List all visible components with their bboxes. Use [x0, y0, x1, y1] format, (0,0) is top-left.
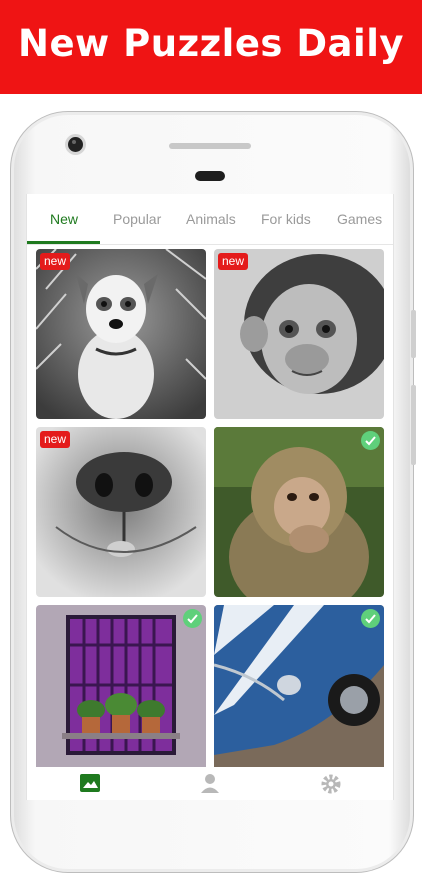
puzzle-tile-dog[interactable]: new	[36, 249, 206, 419]
new-badge: new	[40, 431, 71, 448]
phone-side-button	[411, 310, 416, 358]
dog-photo	[36, 249, 206, 419]
puzzle-tile-chimpanzee[interactable]: new	[214, 249, 384, 419]
profile-icon[interactable]	[200, 773, 220, 798]
chimpanzee-photo	[214, 249, 384, 419]
new-badge: new	[40, 253, 71, 270]
tab-for-kids[interactable]: For kids	[261, 211, 311, 227]
gallery-icon[interactable]	[79, 773, 101, 798]
category-tabs: New Popular Animals For kids Games	[27, 194, 393, 245]
earpiece-speaker	[169, 143, 251, 149]
bottom-navigation	[27, 767, 393, 800]
monkey-photo	[214, 427, 384, 597]
dog-nose-photo	[36, 427, 206, 597]
window-flowers-photo	[36, 605, 206, 775]
app-screen: New Popular Animals For kids Games new n…	[26, 194, 394, 800]
settings-icon[interactable]	[320, 773, 342, 800]
puzzle-tile-blue-car[interactable]	[214, 605, 384, 775]
puzzle-tile-monkey[interactable]	[214, 427, 384, 597]
proximity-sensor	[195, 171, 225, 181]
completed-check-icon	[361, 431, 380, 450]
new-badge: new	[218, 253, 249, 270]
completed-check-icon	[361, 609, 380, 628]
tab-animals[interactable]: Animals	[186, 211, 236, 227]
puzzle-tile-window-flowers[interactable]	[36, 605, 206, 775]
tab-new[interactable]: New	[50, 211, 78, 227]
completed-check-icon	[183, 609, 202, 628]
tab-games[interactable]: Games	[337, 211, 382, 227]
banner-title: New Puzzles Daily	[18, 22, 404, 65]
blue-car-photo	[214, 605, 384, 775]
active-tab-indicator	[27, 241, 100, 244]
front-camera	[68, 137, 83, 152]
phone-side-button	[411, 385, 416, 465]
promo-banner: New Puzzles Daily	[0, 0, 422, 94]
puzzle-tile-dog-nose[interactable]: new	[36, 427, 206, 597]
tab-popular[interactable]: Popular	[113, 211, 161, 227]
